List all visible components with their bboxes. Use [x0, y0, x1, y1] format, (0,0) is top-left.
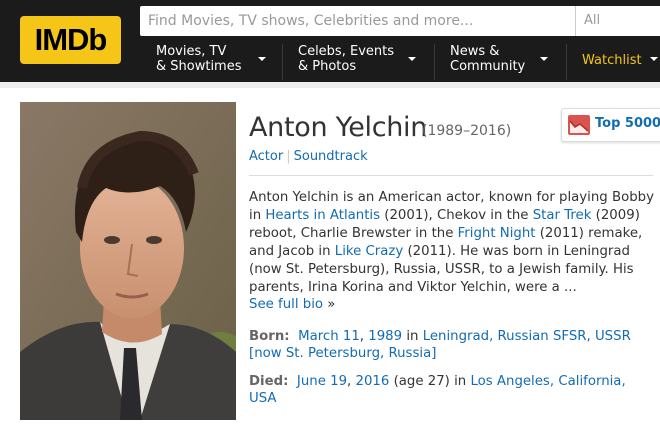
born-comma: , [359, 329, 365, 344]
nav-label-line1: Celebs, Events [298, 44, 394, 59]
caret-down-icon [540, 57, 548, 61]
person-name: Anton Yelchin [249, 112, 428, 143]
nav-label-line2: & Showtimes [156, 59, 242, 74]
born-date-link[interactable]: March 11 [298, 329, 360, 344]
role-link-soundtrack[interactable]: Soundtrack [294, 149, 368, 164]
nav-label-line2: Community [450, 59, 526, 74]
died-age-text: (age 27) in [393, 374, 467, 389]
watchlist-label: Watchlist [582, 53, 642, 68]
born-info: Born: March 11, 1989 in Leningrad, Russi… [249, 328, 649, 362]
film-link-hearts-in-atlantis[interactable]: Hearts in Atlantis [265, 208, 380, 223]
search-bar: All [140, 6, 660, 36]
starmeter-badge[interactable]: Top 5000 [561, 108, 660, 142]
nav-celebs-events-photos[interactable]: Celebs, Events & Photos [282, 42, 422, 82]
caret-down-icon [408, 57, 416, 61]
died-year-link[interactable]: 2016 [356, 374, 390, 389]
watchlist-dropdown[interactable] [648, 42, 660, 82]
imdb-logo[interactable]: IMDb [20, 16, 121, 64]
born-label: Born: [249, 329, 290, 344]
bio-segment: (2001), Chekov in the [380, 208, 533, 223]
film-link-like-crazy[interactable]: Like Crazy [335, 244, 403, 259]
trend-chart-icon [568, 115, 590, 135]
see-full-bio: See full bio » [249, 297, 335, 312]
died-info: Died: June 19, 2016 (age 27) in Los Ange… [249, 373, 649, 407]
search-category-select[interactable]: All [575, 6, 660, 36]
role-link-actor[interactable]: Actor [249, 149, 283, 164]
born-in-text: in [406, 329, 419, 344]
profile-photo-illustration [20, 102, 236, 420]
died-label: Died: [249, 374, 289, 389]
bio-text: Anton Yelchin is an American actor, know… [249, 189, 659, 297]
see-full-bio-link[interactable]: See full bio [249, 297, 323, 312]
top-navigation-bar: IMDb All Movies, TV& Showtimes Celebs, E… [0, 0, 660, 82]
nav-label-line2: & Photos [298, 59, 357, 74]
page-top-shadow [0, 82, 660, 88]
person-roles: Actor | Soundtrack [249, 149, 368, 164]
film-link-star-trek[interactable]: Star Trek [533, 208, 592, 223]
role-separator: | [286, 149, 291, 164]
caret-down-icon [650, 57, 658, 61]
person-years: (1989–2016) [422, 123, 512, 139]
born-year-link[interactable]: 1989 [368, 329, 402, 344]
caret-down-icon [258, 57, 266, 61]
raquo-glyph: » [327, 297, 336, 312]
search-input[interactable] [140, 6, 572, 36]
nav-label-line1: News & [450, 44, 500, 59]
film-link-fright-night[interactable]: Fright Night [458, 226, 536, 241]
profile-photo[interactable] [20, 102, 236, 420]
nav-divider [566, 44, 567, 80]
nav-movies-tv-showtimes[interactable]: Movies, TV & Showtimes [140, 42, 276, 82]
nav-label-line1: Movies, TV [156, 44, 227, 59]
died-date-link[interactable]: June 19 [297, 374, 347, 389]
starmeter-label: Top 5000 [595, 116, 660, 131]
divider [249, 175, 653, 176]
died-comma: , [347, 374, 352, 389]
nav-news-community[interactable]: News & Community [434, 42, 562, 82]
